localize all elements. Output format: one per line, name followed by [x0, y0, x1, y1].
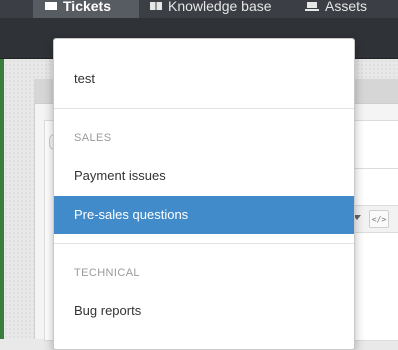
book-icon — [150, 2, 162, 10]
section-header-technical: TECHNICAL — [74, 267, 140, 279]
tab-tickets[interactable]: Tickets — [33, 0, 139, 18]
dropdown-item-presales-questions[interactable]: Pre-sales questions — [54, 196, 354, 234]
field-divider — [353, 168, 398, 169]
category-dropdown-menu: test SALES Payment issues Pre-sales ques… — [53, 38, 355, 350]
tab-assets-label: Assets — [325, 0, 368, 14]
dropdown-item-payment-issues[interactable]: Payment issues — [54, 157, 354, 195]
dropdown-item-test[interactable]: test — [54, 60, 354, 98]
dropdown-divider — [54, 108, 354, 109]
tab-tickets-label: Tickets — [63, 0, 111, 14]
tab-assets[interactable]: Assets — [305, 0, 367, 18]
code-view-button[interactable]: </> — [369, 210, 389, 228]
tab-knowledge-base[interactable]: Knowledge base — [150, 0, 272, 18]
section-header-sales: SALES — [74, 132, 112, 144]
laptop-icon — [305, 2, 319, 11]
tickets-icon — [45, 2, 57, 10]
top-navigation: Tickets Knowledge base Assets — [0, 0, 398, 18]
tab-knowledge-base-label: Knowledge base — [168, 0, 272, 14]
dropdown-divider — [54, 243, 354, 244]
dropdown-item-bug-reports[interactable]: Bug reports — [54, 292, 354, 330]
